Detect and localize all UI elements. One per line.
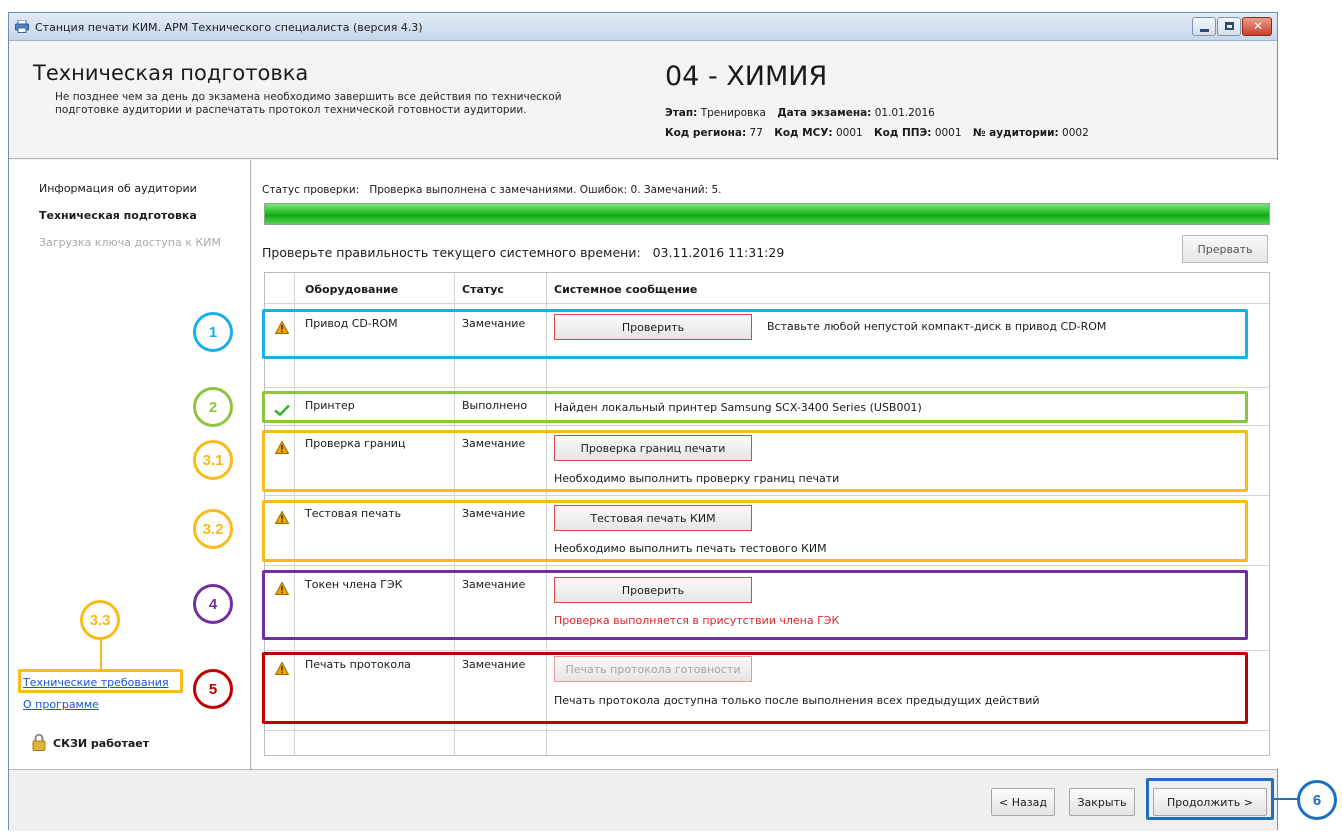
footer-bar: < Назад Закрыть Продолжить > <box>9 769 1277 831</box>
annotation-box-3-2 <box>262 500 1248 562</box>
close-icon: ✕ <box>1253 19 1264 33</box>
column-header-equipment: Оборудование <box>305 283 399 296</box>
annotation-box-5 <box>262 652 1248 724</box>
check-status-text: Проверка выполнена с замечаниями. Ошибок… <box>369 184 722 196</box>
annotation-marker-6: 6 <box>1297 780 1337 820</box>
maximize-button[interactable] <box>1217 17 1241 36</box>
annotation-box-3-1 <box>262 430 1248 492</box>
subject-title: 04 - ХИМИЯ <box>665 61 828 92</box>
annotation-marker-3-3: 3.3 <box>80 600 120 640</box>
back-button[interactable]: < Назад <box>991 788 1055 816</box>
page-title: Техническая подготовка <box>33 61 309 85</box>
printer-app-icon <box>15 20 29 33</box>
skzi-status: СКЗИ работает <box>53 737 150 750</box>
exam-date-label: Дата экзамена: <box>777 107 872 119</box>
annotation-box-3-3 <box>18 669 183 693</box>
minimize-button[interactable] <box>1192 17 1216 36</box>
annotation-connector-3-3 <box>100 638 102 670</box>
stage-value: Тренировка <box>700 107 766 119</box>
system-time-line: Проверьте правильность текущего системно… <box>262 245 784 260</box>
room-label: № аудитории: <box>972 127 1059 139</box>
minimize-icon <box>1200 29 1209 32</box>
close-window-button[interactable]: ✕ <box>1242 17 1272 36</box>
room-value: 0002 <box>1062 127 1089 139</box>
annotation-box-2 <box>262 391 1248 423</box>
exam-meta-line1: Этап: Тренировка Дата экзамена: 01.01.20… <box>665 107 935 119</box>
annotation-marker-2: 2 <box>193 387 233 427</box>
check-status: Статус проверки: Проверка выполнена с за… <box>262 184 722 196</box>
check-status-label: Статус проверки: <box>262 184 360 196</box>
sidebar-item-key-load: Загрузка ключа доступа к КИМ <box>39 236 221 249</box>
system-time-label: Проверьте правильность текущего системно… <box>262 245 641 260</box>
column-header-status: Статус <box>462 283 504 296</box>
page-header: Техническая подготовка Не позднее чем за… <box>9 41 1277 159</box>
window-title: Станция печати КИМ. АРМ Технического спе… <box>35 21 423 34</box>
msu-value: 0001 <box>835 127 863 139</box>
sidebar-item-tech-prep[interactable]: Техническая подготовка <box>39 209 197 222</box>
sidebar-item-room-info[interactable]: Информация об аудитории <box>39 182 197 195</box>
annotation-marker-1: 1 <box>193 312 233 352</box>
annotation-marker-3-2: 3.2 <box>193 509 233 549</box>
exam-date-value: 01.01.2016 <box>874 107 935 119</box>
system-time-value: 03.11.2016 11:31:29 <box>652 245 785 260</box>
annotation-box-1 <box>262 309 1248 359</box>
annotation-box-6 <box>1146 778 1274 820</box>
msu-label: Код МСУ: <box>774 127 833 139</box>
stage-label: Этап: <box>665 107 698 119</box>
close-button[interactable]: Закрыть <box>1069 788 1135 816</box>
column-header-message: Системное сообщение <box>554 283 698 296</box>
annotation-marker-5: 5 <box>193 669 233 709</box>
about-link[interactable]: О программе <box>23 698 99 711</box>
progress-bar <box>264 203 1270 225</box>
lock-icon <box>32 733 46 751</box>
annotation-box-4 <box>262 570 1248 640</box>
maximize-icon <box>1225 22 1234 30</box>
annotation-connector-6 <box>1274 798 1299 800</box>
progress-fill <box>265 204 1269 224</box>
annotation-marker-4: 4 <box>193 584 233 624</box>
region-value: 77 <box>749 127 763 139</box>
ppe-label: Код ППЭ: <box>874 127 932 139</box>
abort-button[interactable]: Прервать <box>1182 235 1268 263</box>
annotation-marker-3-1: 3.1 <box>193 440 233 480</box>
page-description: Не позднее чем за день до экзамена необх… <box>55 91 562 116</box>
ppe-value: 0001 <box>934 127 962 139</box>
exam-meta-line2: Код региона: 77 Код МСУ: 0001 Код ППЭ: 0… <box>665 127 1089 139</box>
title-bar: Станция печати КИМ. АРМ Технического спе… <box>9 13 1277 41</box>
region-label: Код региона: <box>665 127 747 139</box>
